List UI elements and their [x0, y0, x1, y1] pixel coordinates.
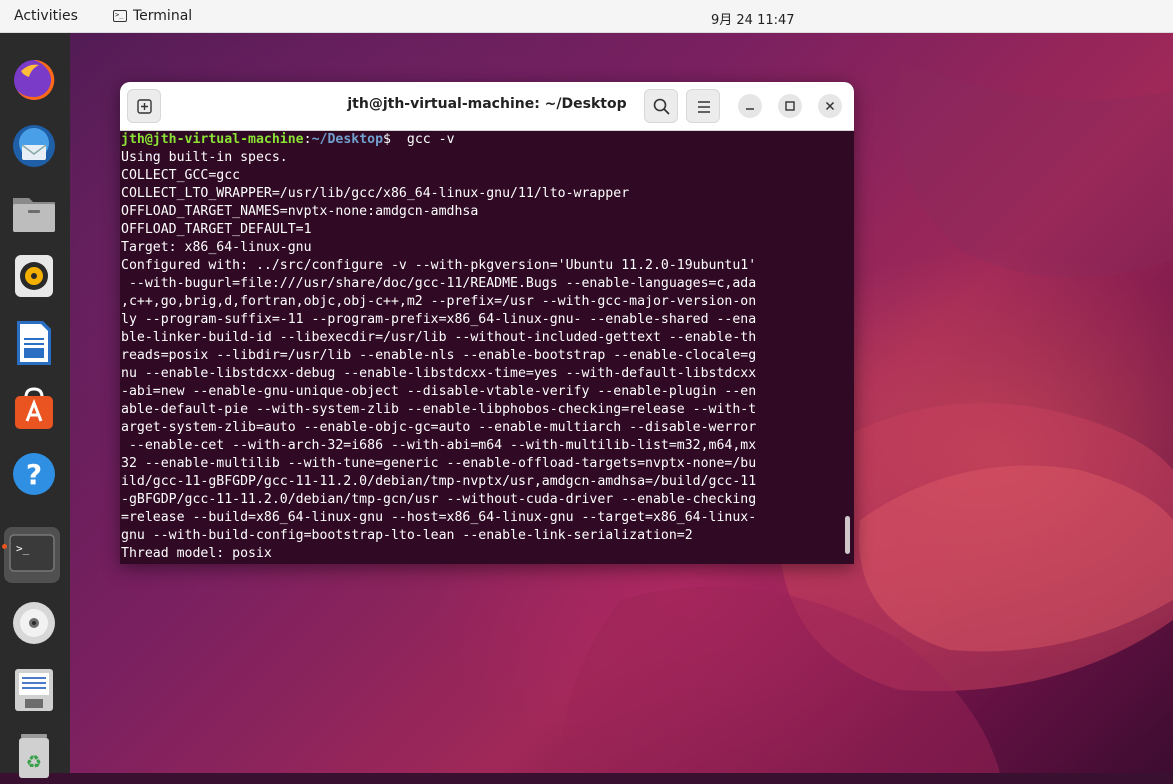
output-line: COLLECT_LTO_WRAPPER=/usr/lib/gcc/x86_64-… [121, 186, 630, 201]
command-text: gcc -v [398, 132, 455, 147]
prompt-separator: : [303, 132, 312, 147]
search-icon [653, 98, 670, 115]
prompt-user: jth@jth-virtual-machine [121, 132, 304, 147]
output-line: ,c++,go,brig,d,fortran,objc,obj-c++,m2 -… [121, 294, 757, 309]
prompt-dollar: $ [383, 132, 399, 147]
output-line: ble-linker-build-id --libexecdir=/usr/li… [121, 330, 757, 345]
close-button[interactable] [818, 94, 842, 118]
output-line: able-default-pie --with-system-zlib --en… [121, 402, 757, 417]
running-indicator [2, 544, 7, 549]
output-line: --enable-cet --with-arch-32=i686 --with-… [121, 438, 757, 453]
writer-icon[interactable] [9, 318, 59, 368]
output-line: Thread model: posix [121, 546, 272, 561]
close-icon [825, 101, 835, 111]
prompt-path: ~/Desktop [311, 132, 384, 147]
output-line: OFFLOAD_TARGET_NAMES=nvptx-none:amdgcn-a… [121, 204, 479, 219]
terminal-header-bar[interactable]: jth@jth-virtual-machine: ~/Desktop [120, 82, 854, 131]
help-icon[interactable]: ? [9, 449, 59, 499]
maximize-icon [785, 101, 795, 111]
terminal-scrollbar[interactable] [845, 516, 850, 554]
output-line: Using built-in specs. [121, 150, 288, 165]
search-button[interactable] [644, 89, 678, 123]
minimize-icon [746, 108, 754, 110]
terminal-output[interactable]: jth@jth-virtual-machine:~/Desktop$ gcc -… [121, 131, 841, 564]
prompt-line: jth@jth-virtual-machine:~/Desktop$ gcc -… [121, 131, 841, 149]
minimize-button[interactable] [738, 94, 762, 118]
app-menu[interactable]: >_ Terminal [113, 8, 192, 24]
output-line: gnu --with-build-config=bootstrap-lto-le… [121, 528, 693, 543]
dock: ? >_ ♻ [0, 33, 70, 778]
rhythmbox-icon[interactable] [9, 251, 59, 301]
output-line: -abi=new --enable-gnu-unique-object --di… [121, 384, 757, 399]
maximize-button[interactable] [778, 94, 802, 118]
menu-button[interactable] [686, 89, 720, 123]
firefox-icon[interactable] [9, 55, 59, 105]
output-line: ild/gcc-11-gBFGDP/gcc-11-11.2.0/debian/t… [121, 474, 757, 489]
top-bar: Activities >_ Terminal 9月 24 11:47 [0, 0, 1173, 33]
output-line: reads=posix --libdir=/usr/lib --enable-n… [121, 348, 757, 363]
terminal-icon[interactable]: >_ [4, 527, 60, 583]
output-line: --with-bugurl=file:///usr/share/doc/gcc-… [121, 276, 757, 291]
files-icon[interactable] [9, 188, 59, 238]
output-line: ly --program-suffix=-11 --program-prefix… [121, 312, 757, 327]
output-line: nu --enable-libstdcxx-debug --enable-lib… [121, 366, 757, 381]
document-viewer-icon[interactable] [9, 665, 59, 715]
svg-text:>_: >_ [16, 542, 30, 555]
output-line: Configured with: ../src/configure -v --w… [121, 258, 757, 273]
output-lines: Using built-in specs. COLLECT_GCC=gcc COLL… [121, 149, 841, 563]
activities-button[interactable]: Activities [14, 8, 78, 24]
thunderbird-icon[interactable] [9, 121, 59, 171]
dvd-icon[interactable] [9, 598, 59, 648]
output-line: -gBFGDP/gcc-11-11.2.0/debian/tmp-gcn/usr… [121, 492, 757, 507]
svg-text:?: ? [26, 458, 42, 491]
hamburger-menu-icon [698, 101, 710, 113]
output-line: Target: x86_64-linux-gnu [121, 240, 312, 255]
terminal-app-icon: >_ [113, 10, 127, 22]
output-line: arget-system-zlib=auto --enable-objc-gc=… [121, 420, 757, 435]
clock[interactable]: 9月 24 11:47 [711, 9, 795, 28]
svg-text:♻: ♻ [26, 752, 42, 773]
output-line: OFFLOAD_TARGET_DEFAULT=1 [121, 222, 312, 237]
output-line: 32 --enable-multilib --with-tune=generic… [121, 456, 757, 471]
app-menu-label: Terminal [133, 8, 193, 24]
output-line: =release --build=x86_64-linux-gnu --host… [121, 510, 757, 525]
terminal-window: jth@jth-virtual-machine: ~/Desktop jth@j… [120, 82, 854, 564]
output-line: COLLECT_GCC=gcc [121, 168, 241, 183]
software-icon[interactable] [9, 383, 59, 433]
